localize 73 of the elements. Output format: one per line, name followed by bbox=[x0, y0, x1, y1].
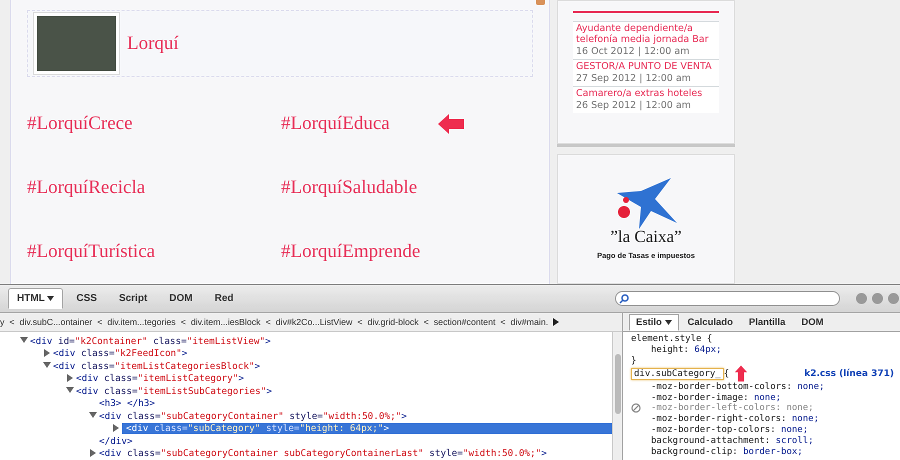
side-tab[interactable]: Plantilla bbox=[742, 314, 792, 331]
subcategory-link[interactable]: #LorquíRecicla bbox=[27, 177, 146, 199]
category-link[interactable]: Lorquí bbox=[127, 32, 179, 54]
code-line[interactable]: <div class="subCategoryContainer" style="width:50.0%;"> bbox=[99, 410, 407, 422]
subcategory-link[interactable]: #LorquíSaludable bbox=[281, 177, 418, 199]
css-property[interactable]: height: 64px; bbox=[651, 345, 722, 356]
breadcrumb-separator: < bbox=[97, 317, 102, 327]
right-triangle-icon[interactable] bbox=[43, 348, 51, 357]
panel-tab[interactable]: Red bbox=[206, 288, 243, 309]
search-field[interactable] bbox=[615, 291, 840, 306]
code-line[interactable]: <div class="itemListCategory"> bbox=[76, 373, 244, 384]
down-triangle-icon[interactable] bbox=[20, 336, 28, 344]
breadcrumb-separator: < bbox=[357, 317, 362, 327]
job-link[interactable]: Camarero/a extras hoteles bbox=[576, 88, 716, 99]
css-text: element.style { bbox=[631, 334, 712, 344]
code-line[interactable]: <div id="k2Container" class="itemListView"> bbox=[30, 336, 271, 347]
down-triangle-icon[interactable] bbox=[43, 361, 51, 370]
source-link[interactable]: k2.css (línea 371) bbox=[804, 368, 894, 379]
css-text: { bbox=[724, 368, 730, 379]
code-line[interactable]: <h3> </h3> bbox=[99, 398, 155, 410]
code-line[interactable]: </div> bbox=[99, 436, 133, 447]
breadcrumb[interactable]: section#content bbox=[434, 317, 496, 327]
selector-field[interactable]: div.subCategory_ bbox=[631, 368, 724, 380]
job-date: 16 Oct 2012 | 12:00 am bbox=[576, 45, 690, 58]
panel-tab[interactable]: CSS bbox=[67, 288, 106, 309]
search-icon bbox=[619, 294, 629, 304]
side-tab[interactable]: Calculado bbox=[680, 314, 740, 331]
breadcrumb[interactable]: div#main. bbox=[510, 317, 548, 327]
subcategory-link[interactable]: #LorquíTurística bbox=[27, 241, 156, 263]
job-date: 26 Sep 2012 | 12:00 am bbox=[576, 99, 692, 112]
subcategory-link[interactable]: #LorquíCrece bbox=[27, 113, 133, 135]
job-link[interactable]: Ayudante dependiente/a telefonía media jornada Bar bbox=[576, 23, 716, 45]
css-property[interactable]: -moz-border-image: none; bbox=[651, 392, 782, 403]
breadcrumb-separator: < bbox=[9, 317, 15, 327]
job-date: 27 Sep 2012 | 12:00 am bbox=[576, 72, 692, 85]
css-property[interactable]: -moz-border-top-colors: none; bbox=[651, 424, 808, 435]
breadcrumb-separator: < bbox=[180, 317, 186, 327]
code-line[interactable]: <div class="itemListCategoriesBlock"> bbox=[53, 360, 260, 372]
breadcrumb[interactable]: div.subC...ontainer bbox=[20, 317, 92, 327]
subcategory-link[interactable]: #LorquíEmprende bbox=[281, 241, 420, 263]
panel-tab[interactable]: DOM bbox=[160, 288, 202, 309]
scroll-right-icon[interactable] bbox=[553, 318, 560, 326]
right-triangle-icon[interactable] bbox=[112, 424, 120, 432]
side-tab[interactable]: DOM bbox=[794, 314, 831, 331]
breadcrumb-separator: < bbox=[424, 317, 429, 327]
job-link[interactable]: GESTOR/A PUNTO DE VENTA bbox=[576, 61, 716, 72]
panel-tab[interactable]: Script bbox=[110, 288, 156, 309]
breadcrumb[interactable]: y bbox=[0, 317, 4, 327]
side-tab[interactable]: Estilo bbox=[629, 314, 679, 331]
sponsor-name: ”la Caixa” bbox=[610, 227, 682, 248]
css-property[interactable]: -moz-border-bottom-colors: none; bbox=[651, 382, 824, 392]
css-property[interactable]: background-attachment: scroll; bbox=[651, 436, 814, 446]
subcategory-link[interactable]: #LorquíEduca bbox=[281, 113, 390, 135]
css-property[interactable]: -moz-border-right-colors: none; bbox=[651, 414, 819, 424]
code-line[interactable]: <div class="k2FeedIcon"> bbox=[53, 348, 188, 360]
breadcrumb[interactable]: div.grid-block bbox=[367, 317, 419, 327]
code-line[interactable]: <div class="subCategoryContainer subCategoryContainerLast" style="width:50.0%;"> bbox=[99, 448, 547, 460]
down-triangle-icon[interactable] bbox=[89, 411, 97, 420]
breadcrumb[interactable]: div.item...tegories bbox=[107, 317, 176, 327]
star-logo-icon bbox=[615, 177, 677, 230]
breadcrumb[interactable]: div#k2Co...ListView bbox=[276, 317, 352, 327]
css-text: } bbox=[631, 356, 636, 366]
code-line[interactable]: <div class="itemListSubCategories"> bbox=[76, 386, 272, 397]
panel-tab[interactable]: HTML bbox=[8, 288, 64, 309]
scrollbar[interactable] bbox=[612, 332, 622, 460]
right-triangle-icon[interactable] bbox=[66, 374, 74, 382]
breadcrumb[interactable]: div.item...iesBlock bbox=[190, 317, 261, 327]
breadcrumb-separator: < bbox=[266, 317, 271, 327]
right-triangle-icon[interactable] bbox=[89, 448, 97, 457]
css-property[interactable]: background-clip: border-box; bbox=[651, 446, 803, 457]
up-arrow-icon bbox=[734, 366, 748, 382]
breadcrumb-separator: < bbox=[500, 317, 506, 327]
down-triangle-icon[interactable] bbox=[66, 386, 74, 394]
